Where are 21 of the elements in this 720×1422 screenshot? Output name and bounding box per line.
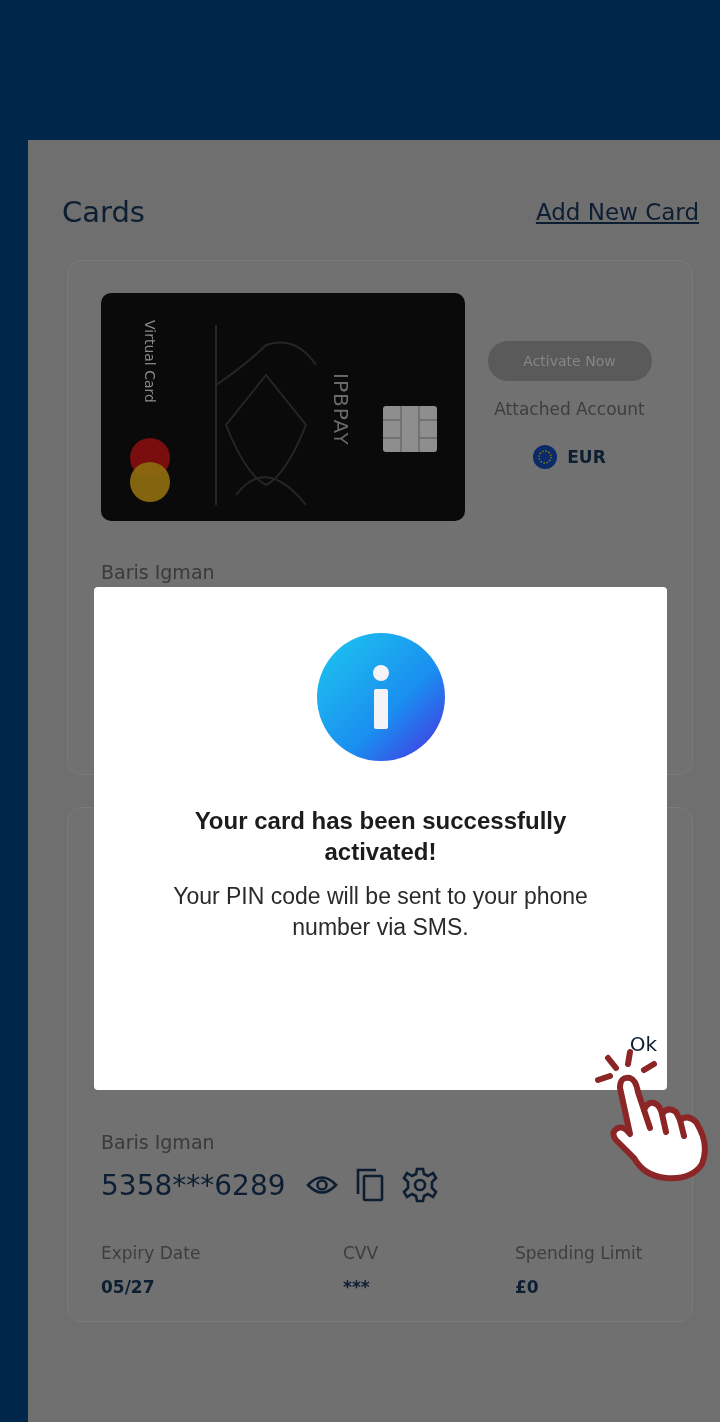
currency-code: EUR [567, 447, 606, 467]
cardholder-name: Baris Igman [101, 1131, 216, 1153]
copy-icon[interactable] [355, 1168, 384, 1202]
page-title: Cards [62, 195, 145, 229]
flag-icon [533, 445, 558, 469]
dialog-message: Your PIN code will be sent to your phone number via SMS. [172, 882, 589, 942]
dialog-title: Your card has been successfully activated! [193, 806, 568, 867]
detail-value: £0 [515, 1277, 540, 1297]
ok-button[interactable]: Ok [629, 1032, 657, 1056]
settings-icon[interactable] [401, 1167, 438, 1203]
detail-value: 05/27 [101, 1277, 156, 1297]
detail-value: *** [343, 1277, 371, 1297]
card-brand: IPBPAY [329, 373, 353, 446]
info-icon [316, 633, 445, 761]
cardholder-name: Baris Igman [101, 561, 216, 583]
card-number: 5358***6289 [101, 1168, 286, 1202]
mastercard-icon [129, 437, 171, 503]
add-new-card-link[interactable]: Add New Card [535, 199, 699, 225]
eye-icon[interactable] [305, 1174, 338, 1196]
card-type-label: Virtual Card [141, 318, 159, 405]
chip-icon [383, 406, 437, 452]
